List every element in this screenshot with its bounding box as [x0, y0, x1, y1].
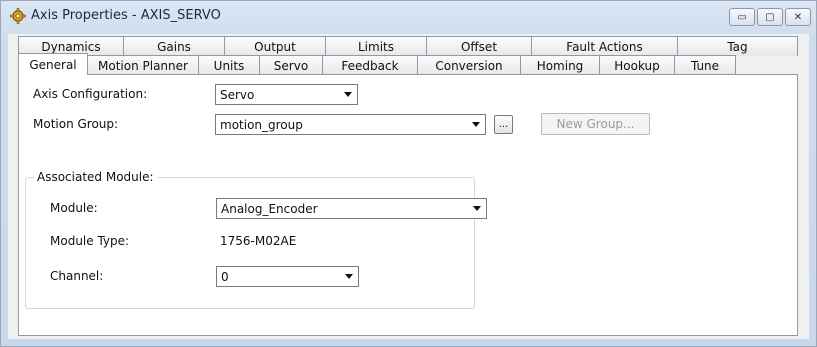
chevron-down-icon	[344, 92, 352, 97]
tab-homing[interactable]: Homing	[520, 55, 600, 75]
minimize-button[interactable]: ▭	[729, 8, 755, 26]
module-label: Module:	[50, 201, 98, 215]
close-icon: ✕	[793, 11, 803, 23]
axis-configuration-label: Axis Configuration:	[33, 87, 148, 101]
channel-select[interactable]: 0	[216, 266, 359, 287]
axis-properties-window: Axis Properties - AXIS_SERVO ▭ ▢ ✕ Dynam…	[0, 0, 817, 347]
tab-feedback[interactable]: Feedback	[322, 55, 418, 75]
tab-offset[interactable]: Offset	[426, 36, 532, 56]
new-group-button[interactable]: New Group...	[541, 113, 650, 135]
maximize-button[interactable]: ▢	[757, 8, 783, 26]
chevron-down-icon	[473, 206, 481, 211]
tab-row-back: Dynamics Gains Output Limits Offset Faul…	[18, 36, 798, 56]
title-bar[interactable]: Axis Properties - AXIS_SERVO ▭ ▢ ✕	[1, 1, 816, 31]
tab-tag[interactable]: Tag	[677, 36, 798, 56]
browse-motion-group-button[interactable]: ...	[494, 115, 513, 134]
close-button[interactable]: ✕	[785, 8, 811, 26]
associated-module-group: Associated Module: Module: Analog_Encode…	[25, 170, 487, 309]
general-tab-panel: Axis Configuration: Servo Motion Group: …	[18, 74, 798, 336]
tab-conversion[interactable]: Conversion	[417, 55, 521, 75]
chevron-down-icon	[472, 122, 480, 127]
module-value: Analog_Encoder	[221, 201, 318, 216]
tab-output[interactable]: Output	[224, 36, 326, 56]
motion-group-value: motion_group	[220, 117, 303, 132]
module-select[interactable]: Analog_Encoder	[216, 198, 487, 219]
tab-fault-actions[interactable]: Fault Actions	[531, 36, 678, 56]
axis-configuration-value: Servo	[220, 87, 255, 102]
gear-icon	[10, 8, 26, 24]
tab-hookup[interactable]: Hookup	[599, 55, 675, 75]
minimize-icon: ▭	[737, 11, 747, 23]
motion-group-select[interactable]: motion_group	[215, 114, 486, 135]
tab-tune[interactable]: Tune	[674, 55, 736, 75]
tab-general[interactable]: General	[18, 53, 88, 75]
associated-module-legend: Associated Module:	[34, 170, 157, 184]
axis-configuration-select[interactable]: Servo	[215, 84, 358, 105]
module-type-value: 1756-M02AE	[220, 234, 297, 248]
tab-row-front: General Motion Planner Units Servo Feedb…	[18, 53, 736, 75]
motion-group-label: Motion Group:	[33, 117, 119, 131]
chevron-down-icon	[345, 274, 353, 279]
tab-servo[interactable]: Servo	[259, 55, 323, 75]
tab-motion-planner[interactable]: Motion Planner	[87, 55, 199, 75]
channel-value: 0	[221, 269, 229, 284]
dialog-body: Dynamics Gains Output Limits Offset Faul…	[8, 34, 809, 339]
tab-units[interactable]: Units	[198, 55, 260, 75]
maximize-icon: ▢	[765, 11, 775, 23]
window-title: Axis Properties - AXIS_SERVO	[31, 8, 221, 23]
tab-gains[interactable]: Gains	[123, 36, 225, 56]
channel-label: Channel:	[50, 269, 104, 283]
module-type-label: Module Type:	[50, 234, 130, 248]
tab-limits[interactable]: Limits	[325, 36, 427, 56]
